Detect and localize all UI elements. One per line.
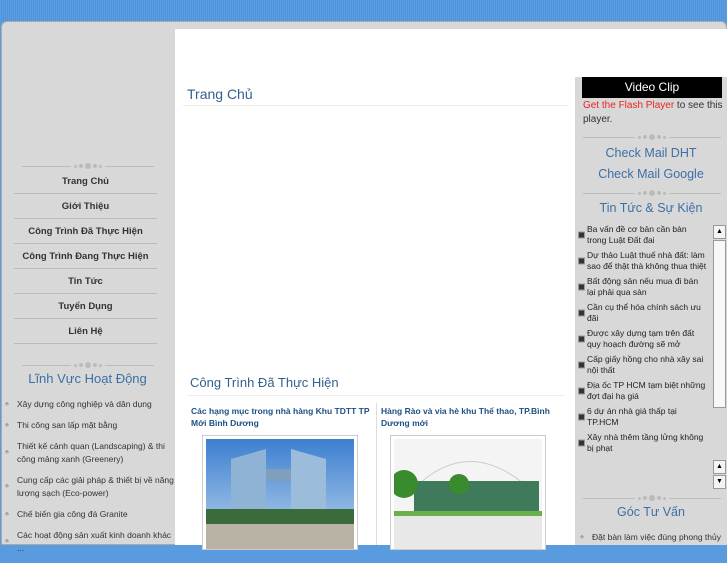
list-item[interactable]: Đặt bàn làm việc đúng phong thủy xyxy=(575,531,727,544)
project-title[interactable]: Các hạng mục trong nhà hàng Khu TDTT TP … xyxy=(188,405,376,429)
check-mail-dht-link[interactable]: Check Mail DHT xyxy=(575,146,727,160)
projects-heading: Công Trình Đã Thực Hiện xyxy=(190,375,339,390)
fields-list: Xây dựng công nghiệp và dân dụng Thi côn… xyxy=(0,398,175,563)
news-item[interactable]: Bất động sản nếu mua đi bán lại phải qua… xyxy=(575,276,707,298)
projects-rule xyxy=(187,395,565,396)
check-mail-google-link[interactable]: Check Mail Google xyxy=(575,167,727,181)
news-heading: Tin Tức & Sự Kiện xyxy=(599,201,703,215)
news-item[interactable]: Xây nhà thêm tầng lửng không bị phạt xyxy=(575,432,707,454)
news-item[interactable]: Dự thảo Luật thuế nhà đất: làm sao để th… xyxy=(575,250,707,272)
scrollbar-thumb[interactable] xyxy=(713,240,726,408)
divider xyxy=(583,189,721,197)
nav-news[interactable]: Tin Tức xyxy=(14,269,157,294)
flash-notice: Get the Flash Player to see this player. xyxy=(583,99,723,127)
news-item[interactable]: Được xây dựng tạm trên đất quy hoạch đườ… xyxy=(575,328,707,350)
page-title: Trang Chủ xyxy=(187,86,253,102)
sports-area-image xyxy=(390,439,542,549)
list-item[interactable]: Chế biến gia công đá Granite xyxy=(0,508,175,521)
scroll-up-button-2[interactable]: ▲ xyxy=(713,460,726,474)
nav-about[interactable]: Giới Thiệu xyxy=(14,194,157,219)
news-scroll-list[interactable]: Ba vấn đề cơ bản cần bàn trong Luật Đất … xyxy=(575,224,727,492)
news-item[interactable]: Ba vấn đề cơ bản cần bàn trong Luật Đất … xyxy=(575,224,707,246)
title-rule xyxy=(183,105,568,106)
list-item[interactable]: Các hoạt động sản xuất kinh doanh khác .… xyxy=(0,529,175,555)
divider xyxy=(22,361,154,369)
advice-list: Đặt bàn làm việc đúng phong thủy xyxy=(575,531,727,552)
advice-heading: Góc Tư Vấn xyxy=(617,505,685,519)
nav-completed-projects[interactable]: Công Trình Đã Thực Hiện xyxy=(14,219,157,244)
scroll-down-button[interactable]: ▼ xyxy=(713,475,726,489)
nav-recruitment[interactable]: Tuyển Dụng xyxy=(14,294,157,319)
list-item[interactable]: Thi công san lấp mặt bằng xyxy=(0,419,175,432)
office-tower-image xyxy=(206,439,354,549)
project-card[interactable]: Các hạng mục trong nhà hàng Khu TDTT TP … xyxy=(188,405,376,550)
nav-contact[interactable]: Liên Hệ xyxy=(14,319,157,344)
list-item[interactable]: Xây dựng công nghiệp và dân dụng xyxy=(0,398,175,411)
news-item[interactable]: Địa ốc TP HCM tạm biệt những đợt đại hạ … xyxy=(575,380,707,402)
list-item[interactable]: Cung cấp các giải pháp & thiết bị về năn… xyxy=(0,474,175,500)
scroll-up-button[interactable]: ▲ xyxy=(713,225,726,239)
right-sidebar: Video Clip Get the Flash Player to see t… xyxy=(575,77,727,545)
nav-ongoing-projects[interactable]: Công Trình Đang Thực Hiện xyxy=(14,244,157,269)
project-image[interactable] xyxy=(202,435,358,550)
news-item[interactable]: Cấp giấy hồng cho nhà xây sai nội thất xyxy=(575,354,707,376)
divider xyxy=(583,494,721,502)
fields-heading: Lĩnh Vực Hoạt Động xyxy=(28,371,147,386)
list-item[interactable]: Thiết kế cảnh quan (Landscaping) & thi c… xyxy=(0,440,175,466)
project-card[interactable]: Hàng Rào và vỉa hè khu Thể thao, TP.Bình… xyxy=(378,405,566,550)
news-item[interactable]: Cần cụ thể hóa chính sách ưu đãi xyxy=(575,302,707,324)
project-title[interactable]: Hàng Rào và vỉa hè khu Thể thao, TP.Bình… xyxy=(378,405,566,429)
nav-home[interactable]: Trang Chủ xyxy=(14,169,157,194)
project-image[interactable] xyxy=(390,435,546,550)
divider xyxy=(583,133,721,141)
video-clip-header: Video Clip xyxy=(582,77,722,98)
news-item[interactable]: 6 dự án nhà giá thấp tại TP.HCM xyxy=(575,406,707,428)
top-banner xyxy=(0,0,727,22)
get-flash-link[interactable]: Get the Flash Player xyxy=(583,100,674,111)
column-divider xyxy=(376,403,377,545)
